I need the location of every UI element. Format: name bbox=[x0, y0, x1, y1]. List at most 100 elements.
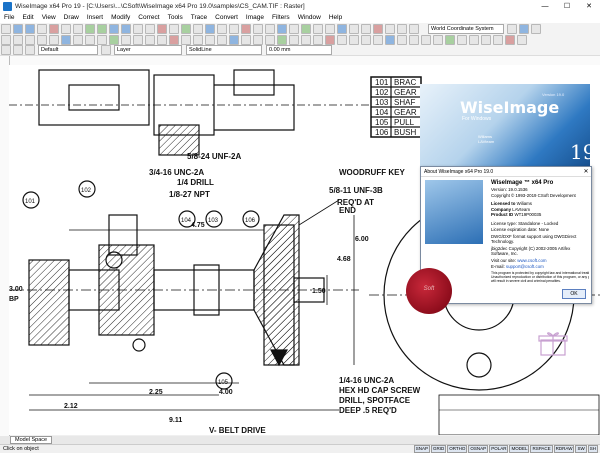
snap-icon[interactable] bbox=[349, 23, 359, 34]
raster-show-icon[interactable] bbox=[409, 34, 419, 45]
deskew-icon[interactable] bbox=[289, 23, 299, 34]
layer-state-icon[interactable] bbox=[1, 45, 11, 55]
menu-correct[interactable]: Correct bbox=[134, 14, 163, 21]
menu-draw[interactable]: Draw bbox=[60, 14, 83, 21]
block-icon[interactable] bbox=[397, 23, 407, 34]
raster-icon[interactable] bbox=[205, 23, 215, 34]
line-icon[interactable] bbox=[1, 34, 11, 45]
undo-icon[interactable] bbox=[85, 23, 95, 34]
raster-bind-icon[interactable] bbox=[445, 34, 455, 45]
rotate-icon[interactable] bbox=[253, 23, 263, 34]
raster-frame-icon[interactable] bbox=[433, 34, 443, 45]
despeckle-icon[interactable] bbox=[301, 23, 311, 34]
raster-select-icon[interactable] bbox=[61, 34, 71, 45]
menu-trace[interactable]: Trace bbox=[187, 14, 211, 21]
raster-poly-icon[interactable] bbox=[193, 34, 203, 45]
raster-clear-icon[interactable] bbox=[169, 34, 179, 45]
measure-icon[interactable] bbox=[325, 23, 335, 34]
trace-icon[interactable] bbox=[217, 23, 227, 34]
menu-modify[interactable]: Modify bbox=[107, 14, 134, 21]
menu-convert[interactable]: Convert bbox=[211, 14, 242, 21]
menu-tools[interactable]: Tools bbox=[164, 14, 187, 21]
layer-freeze-icon[interactable] bbox=[13, 45, 23, 55]
raster-copy-icon[interactable] bbox=[97, 34, 107, 45]
menu-image[interactable]: Image bbox=[242, 14, 268, 21]
menu-help[interactable]: Help bbox=[325, 14, 346, 21]
raster-options-icon[interactable] bbox=[517, 34, 527, 45]
menu-edit[interactable]: Edit bbox=[18, 14, 37, 21]
pan-icon[interactable] bbox=[145, 23, 155, 34]
raster-move-icon[interactable] bbox=[85, 34, 95, 45]
mirror-icon[interactable] bbox=[265, 23, 275, 34]
raster-hole-icon[interactable] bbox=[349, 34, 359, 45]
about-close-button[interactable]: ✕ bbox=[581, 168, 591, 175]
raster-shift-icon[interactable] bbox=[457, 34, 467, 45]
ortho-icon[interactable] bbox=[361, 23, 371, 34]
select-icon[interactable] bbox=[169, 23, 179, 34]
layer-lock-icon[interactable] bbox=[25, 45, 35, 55]
raster-erase-icon[interactable] bbox=[73, 34, 83, 45]
filter-icon[interactable] bbox=[241, 23, 251, 34]
raster-bucket-icon[interactable] bbox=[373, 34, 383, 45]
raster-paste-icon[interactable] bbox=[217, 34, 227, 45]
camera-icon[interactable] bbox=[531, 23, 541, 34]
help-icon[interactable] bbox=[409, 23, 419, 34]
invert-icon[interactable] bbox=[313, 23, 323, 34]
crop-icon[interactable] bbox=[277, 23, 287, 34]
rectangle-icon[interactable] bbox=[49, 34, 59, 45]
color-select[interactable]: Layer bbox=[114, 45, 182, 55]
erase-icon[interactable] bbox=[157, 23, 167, 34]
layer-select[interactable]: Default bbox=[38, 45, 98, 55]
raster-smooth-icon[interactable] bbox=[313, 34, 323, 45]
email-link[interactable]: support@csoft.com bbox=[506, 264, 544, 269]
grid-icon[interactable] bbox=[337, 23, 347, 34]
raster-save-icon[interactable] bbox=[481, 34, 491, 45]
print-icon[interactable] bbox=[37, 23, 47, 34]
tab-model-space[interactable]: Model Space bbox=[10, 436, 53, 444]
raster-thicken-icon[interactable] bbox=[337, 34, 347, 45]
raster-merge-icon[interactable] bbox=[229, 34, 239, 45]
raster-thin-icon[interactable] bbox=[325, 34, 335, 45]
raster-pen-icon[interactable] bbox=[121, 34, 131, 45]
properties-icon[interactable] bbox=[193, 23, 203, 34]
menu-view[interactable]: View bbox=[38, 14, 60, 21]
raster-lock-icon[interactable] bbox=[421, 34, 431, 45]
site-link[interactable]: www.csoft.com bbox=[517, 258, 546, 263]
new-icon[interactable] bbox=[1, 23, 11, 34]
lineweight-select[interactable]: 0.00 mm bbox=[266, 45, 332, 55]
open-icon[interactable] bbox=[13, 23, 23, 34]
raster-split-icon[interactable] bbox=[241, 34, 251, 45]
menu-file[interactable]: File bbox=[0, 14, 18, 21]
raster-info-icon[interactable] bbox=[385, 34, 395, 45]
raster-edge-icon[interactable] bbox=[361, 34, 371, 45]
menu-filters[interactable]: Filters bbox=[268, 14, 294, 21]
zoom-out-icon[interactable] bbox=[121, 23, 131, 34]
raster-order-icon[interactable] bbox=[469, 34, 479, 45]
raster-calibrate-icon[interactable] bbox=[265, 34, 275, 45]
raster-color-icon[interactable] bbox=[277, 34, 287, 45]
raster-region-icon[interactable] bbox=[301, 34, 311, 45]
cut-icon[interactable] bbox=[49, 23, 59, 34]
ok-button[interactable]: OK bbox=[562, 289, 586, 299]
paste-icon[interactable] bbox=[73, 23, 83, 34]
layer-icon[interactable] bbox=[181, 23, 191, 34]
maximize-button[interactable]: ☐ bbox=[556, 0, 578, 12]
raster-load-icon[interactable] bbox=[493, 34, 503, 45]
arc-icon[interactable] bbox=[37, 34, 47, 45]
polyline-icon[interactable] bbox=[13, 34, 23, 45]
text-icon[interactable] bbox=[373, 23, 383, 34]
close-button[interactable]: ✕ bbox=[578, 0, 600, 12]
zoom-window-icon[interactable] bbox=[133, 23, 143, 34]
raster-circle-icon[interactable] bbox=[157, 34, 167, 45]
linetype-select[interactable]: SolidLine bbox=[186, 45, 262, 55]
copy-icon[interactable] bbox=[61, 23, 71, 34]
raster-arc-icon[interactable] bbox=[145, 34, 155, 45]
raster-line-icon[interactable] bbox=[181, 34, 191, 45]
raster-close-icon[interactable] bbox=[505, 34, 515, 45]
circle-icon[interactable] bbox=[25, 34, 35, 45]
ucs-icon[interactable] bbox=[507, 23, 517, 34]
raster-fill-icon[interactable] bbox=[109, 34, 119, 45]
redo-icon[interactable] bbox=[97, 23, 107, 34]
raster-mask-icon[interactable] bbox=[289, 34, 299, 45]
layer-manager-icon[interactable] bbox=[101, 45, 111, 55]
